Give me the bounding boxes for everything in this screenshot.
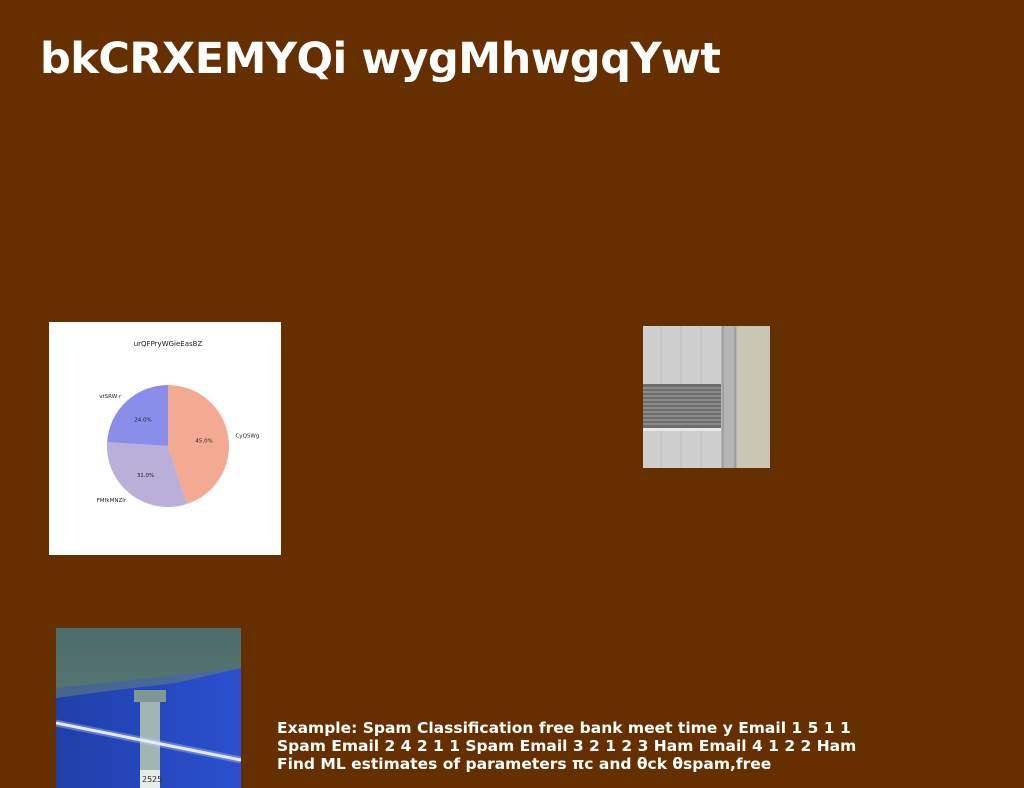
slice-percent-label: 24.0% — [134, 417, 151, 423]
slide-title: bkCRXEMYQi wygMhwgqYwt — [40, 34, 721, 84]
slice-category-label: CyQSWg — [235, 433, 259, 439]
parking-garage-photo: 25 25 — [56, 628, 241, 788]
body-text: Example: Spam Classification free bank m… — [277, 719, 857, 773]
pie-chart-card: urQFPryWGieEasBZ 45.0% CyQSWg 31.0% FMfkMNZ… — [49, 322, 281, 555]
svg-text:25: 25 — [142, 775, 152, 784]
slice-percent-label: 31.0% — [137, 473, 154, 479]
building-photo — [643, 326, 770, 468]
chart-title: urQFPryWGieEasBZ — [134, 340, 203, 348]
svg-text:25: 25 — [152, 775, 162, 784]
slice-percent-label: 45.0% — [195, 438, 212, 444]
slice-category-label: vtSRW r — [99, 394, 122, 400]
pie-chart: urQFPryWGieEasBZ 45.0% CyQSWg 31.0% FMfkMNZ… — [97, 340, 259, 507]
slice-category-label: FMfkMNZIr — [97, 498, 127, 504]
